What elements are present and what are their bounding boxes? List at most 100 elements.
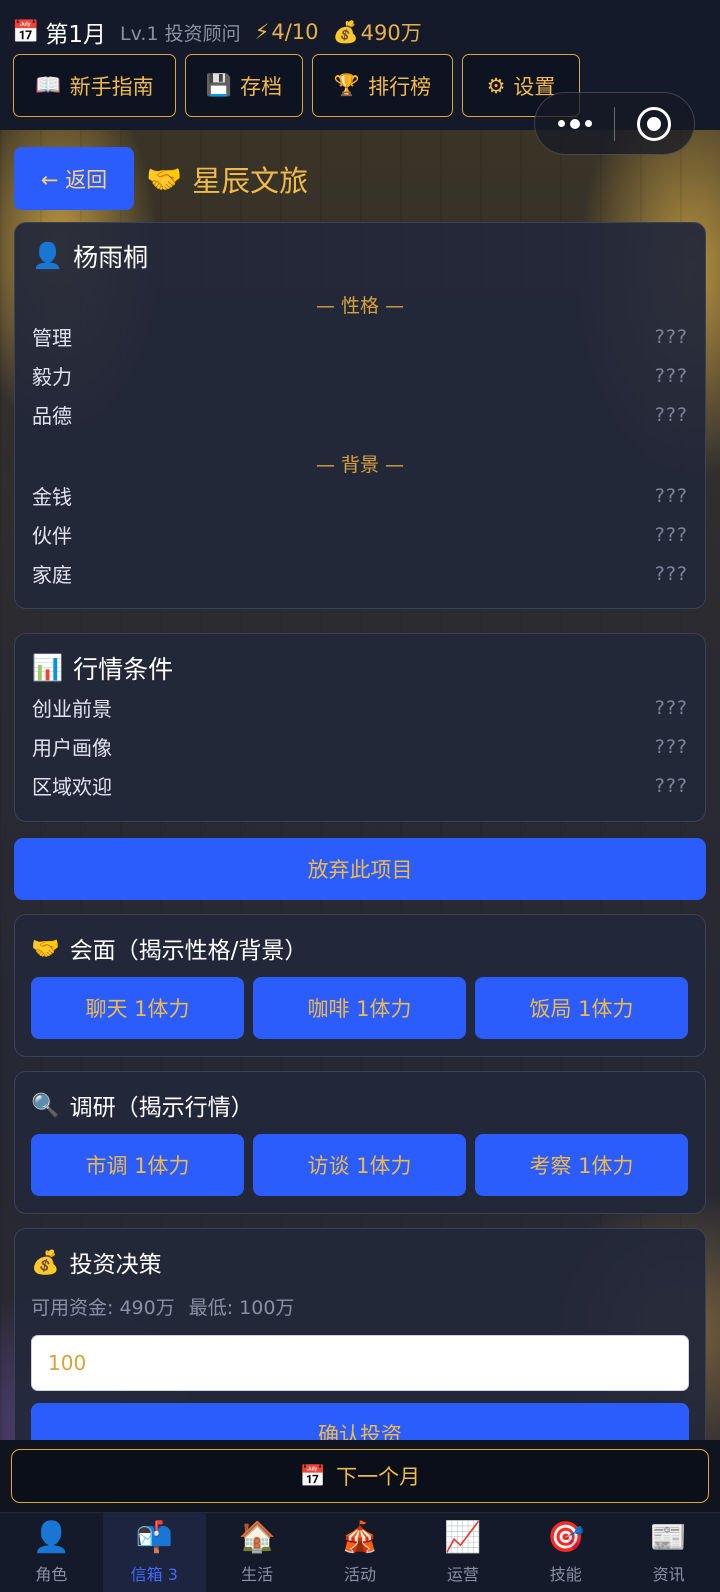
market-value: ??? xyxy=(654,735,688,758)
tab-label: 运营 xyxy=(446,1564,479,1584)
save-button[interactable]: 💾 存档 xyxy=(185,54,303,117)
level-label: Lv.1 投资顾问 xyxy=(120,22,241,45)
back-button[interactable]: ← 返回 xyxy=(14,147,134,210)
inspection-button[interactable]: 考察 1体力 xyxy=(475,1134,688,1196)
tab-character[interactable]: 👤 角色 xyxy=(0,1513,103,1592)
mailbox-icon: 📬 xyxy=(135,1519,173,1555)
research-actions: 市调 1体力 访谈 1体力 考察 1体力 xyxy=(31,1134,689,1196)
book-icon: 📖 xyxy=(35,73,62,97)
money-bag-icon: 💰 xyxy=(31,1249,60,1276)
bottom-tab-bar: 👤 角色 📬 信箱 3 🏠 生活 🎪 活动 📈 运营 🎯 技能 📰 资讯 xyxy=(0,1512,720,1592)
market-row: 用户画像 ??? xyxy=(32,727,688,766)
month-indicator: 📅 第1月 xyxy=(12,15,106,49)
person-icon: 👤 xyxy=(32,241,64,270)
energy-value: 4/10 xyxy=(271,20,319,44)
market-card: 📊 行情条件 创业前景 ??? 用户画像 ??? 区域欢迎 ??? xyxy=(14,633,706,822)
attr-label: 管理 xyxy=(32,326,72,350)
handshake-icon: 🤝 xyxy=(31,935,60,962)
person-icon: 👤 xyxy=(32,1519,71,1555)
lightning-icon: ⚡ xyxy=(254,20,270,44)
market-row: 区域欢迎 ??? xyxy=(32,766,688,805)
guide-button[interactable]: 📖 新手指南 xyxy=(13,54,176,117)
person-header: 👤 杨雨桐 xyxy=(32,239,688,273)
attr-row: 毅力 ??? xyxy=(32,356,688,395)
market-value: ??? xyxy=(654,774,688,797)
market-header: 📊 行情条件 xyxy=(32,648,688,688)
attr-value: ??? xyxy=(654,562,688,585)
interview-button[interactable]: 访谈 1体力 xyxy=(253,1134,466,1196)
market-title: 行情条件 xyxy=(73,655,174,684)
leaderboard-button[interactable]: 🏆 排行榜 xyxy=(312,54,453,117)
person-name: 杨雨桐 xyxy=(73,243,149,272)
minimum-investment: 最低: 100万 xyxy=(188,1296,295,1319)
newspaper-icon: 📰 xyxy=(649,1519,688,1555)
more-menu-icon[interactable] xyxy=(535,118,614,129)
tab-label: 活动 xyxy=(344,1564,377,1584)
attr-value: ??? xyxy=(654,484,688,507)
chart-up-icon: 📈 xyxy=(444,1519,482,1555)
tab-label: 生活 xyxy=(241,1564,274,1584)
market-label: 用户画像 xyxy=(32,736,112,760)
meeting-card: 🤝 会面（揭示性格/背景） 聊天 1体力 咖啡 1体力 饭局 1体力 xyxy=(14,914,706,1057)
invest-card: 💰 投资决策 可用资金: 490万 最低: 100万 确认投资 xyxy=(14,1228,706,1458)
calendar-icon: 📅 xyxy=(12,19,40,45)
bar-chart-icon: 📊 xyxy=(32,653,64,682)
tab-mailbox[interactable]: 📬 信箱 3 xyxy=(102,1513,206,1592)
attr-label: 毅力 xyxy=(32,365,72,389)
attr-row: 金钱 ??? xyxy=(32,476,688,515)
meeting-actions: 聊天 1体力 咖啡 1体力 饭局 1体力 xyxy=(31,977,689,1039)
coffee-button[interactable]: 咖啡 1体力 xyxy=(253,977,466,1039)
market-survey-button[interactable]: 市调 1体力 xyxy=(31,1134,244,1196)
project-title: 🤝 星辰文旅 xyxy=(146,157,308,201)
money-bag-icon: 💰 xyxy=(332,19,359,44)
dinner-button[interactable]: 饭局 1体力 xyxy=(475,977,688,1039)
attr-row: 管理 ??? xyxy=(32,317,688,356)
tab-events[interactable]: 🎪 活动 xyxy=(309,1513,412,1592)
money-value: 490万 xyxy=(360,21,422,45)
abandon-project-button[interactable]: 放弃此项目 xyxy=(14,838,706,900)
next-month-button[interactable]: 📅 下一个月 xyxy=(11,1449,709,1503)
attr-value: ??? xyxy=(654,403,688,426)
investment-amount-input[interactable] xyxy=(31,1335,689,1391)
gear-icon: ⚙ xyxy=(486,73,506,98)
funds-info: 可用资金: 490万 最低: 100万 xyxy=(31,1291,689,1321)
back-label: ← 返回 xyxy=(40,167,108,192)
market-label: 区域欢迎 xyxy=(32,775,112,799)
miniprogram-capsule xyxy=(534,92,695,155)
attr-row: 品德 ??? xyxy=(32,395,688,434)
market-value: ??? xyxy=(654,696,688,719)
tab-news[interactable]: 📰 资讯 xyxy=(617,1513,720,1592)
tab-skills[interactable]: 🎯 技能 xyxy=(514,1513,617,1592)
guide-label: 新手指南 xyxy=(69,74,154,99)
meeting-header: 🤝 会面（揭示性格/背景） xyxy=(31,931,689,965)
menu-row: 📖 新手指南 💾 存档 🏆 排行榜 ⚙ 设置 xyxy=(13,54,580,117)
save-label: 存档 xyxy=(240,74,283,99)
tab-label: 角色 xyxy=(35,1564,68,1584)
tab-label: 技能 xyxy=(549,1564,582,1584)
money-indicator: 💰 490万 xyxy=(333,17,422,47)
attr-label: 金钱 xyxy=(32,485,72,509)
next-month-label: 下一个月 xyxy=(336,1465,421,1489)
tab-label: 资讯 xyxy=(652,1564,685,1584)
attr-value: ??? xyxy=(654,523,688,546)
available-funds: 可用资金: 490万 xyxy=(31,1296,175,1319)
abandon-label: 放弃此项目 xyxy=(307,858,413,882)
research-header: 🔍 调研（揭示行情） xyxy=(31,1088,689,1122)
close-miniprogram-icon[interactable] xyxy=(615,106,694,141)
leaderboard-label: 排行榜 xyxy=(368,74,432,99)
meeting-title: 会面（揭示性格/背景） xyxy=(69,938,308,964)
house-icon: 🏠 xyxy=(238,1519,276,1555)
attr-value: ??? xyxy=(654,364,688,387)
tab-label: 信箱 3 xyxy=(130,1564,178,1584)
research-title: 调研（揭示行情） xyxy=(69,1095,254,1121)
research-card: 🔍 调研（揭示行情） 市调 1体力 访谈 1体力 考察 1体力 xyxy=(14,1071,706,1214)
tab-life[interactable]: 🏠 生活 xyxy=(206,1513,309,1592)
attr-label: 伙伴 xyxy=(32,524,72,548)
tab-operations[interactable]: 📈 运营 xyxy=(411,1513,514,1592)
energy-indicator: ⚡ 4/10 xyxy=(255,20,319,44)
background-section-title: — 背景 — xyxy=(315,454,405,476)
attr-value: ??? xyxy=(654,325,688,348)
chat-button[interactable]: 聊天 1体力 xyxy=(31,977,244,1039)
floppy-icon: 💾 xyxy=(205,73,233,97)
market-row: 创业前景 ??? xyxy=(32,688,688,727)
